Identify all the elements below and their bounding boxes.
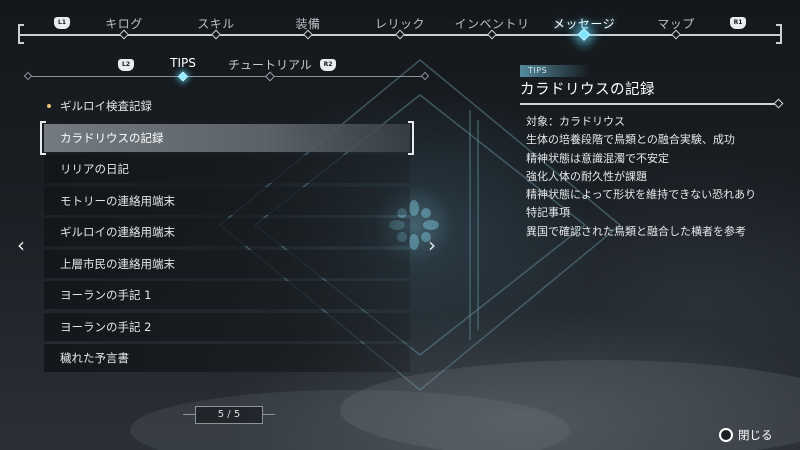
chevron-left-icon[interactable]: ‹ [15,234,27,256]
sub-tab-bar: L2 R2 TIPS チュートリアル [23,56,430,82]
detail-line: 精神状態によって形状を維持できない恐れあり [526,188,757,202]
page-indicator-text: 5 / 5 [217,409,241,420]
list-item-label: リリアの日記 [60,162,129,176]
list-item[interactable]: ヨーランの手記 2 [44,312,410,341]
subtab-node [265,71,275,82]
list-item-label: ギルロイ検査記録 [60,99,152,113]
list-item-selected[interactable]: カラドリウスの記録 [40,120,414,155]
detail-body: 対象：カラドリウス 生体の培養段階で鳥類との融合実験、成功 精神状態は意識混濁で… [520,113,782,241]
detail-line: 強化人体の耐久性が課題 [526,169,647,183]
chevron-right-icon[interactable]: › [426,234,438,256]
selection-bracket-right [408,120,414,155]
list-item[interactable]: ギルロイの連絡用端末 [44,218,410,246]
top-rail-cap-left [18,24,24,44]
pager-wing-right [263,414,275,415]
message-list: ギルロイ検査記録 カラドリウスの記録 リリアの日記 モトリーの連絡用端末 ギルロ… [40,92,414,376]
top-rail-cap-right [776,24,782,44]
list-item[interactable]: ギルロイ検査記録 [44,92,410,120]
list-item-label: 上層市民の連絡用端末 [60,256,175,271]
page-indicator: 5 / 5 [183,406,275,424]
sub-tab-rail [28,76,426,77]
new-indicator [47,104,51,108]
list-item[interactable]: 穢れた予言書 [44,344,410,372]
subtab-tutorial[interactable]: チュートリアル [228,56,312,73]
top-tab-bar: L1 R1 キログ スキル 装備 レリック インベントリ メッセージ マップ [18,12,782,46]
sub-rail-end-right [420,71,430,81]
pager-wing-left [183,414,195,415]
sub-rail-end-left [23,71,33,81]
l1-button-icon[interactable]: L1 [54,17,70,29]
list-item-label: モトリーの連絡用端末 [60,193,175,208]
detail-category: TIPS [520,65,590,77]
detail-line: 精神状態は意識混濁で不安定 [526,151,669,165]
l2-button-icon[interactable]: L2 [118,59,134,71]
selection-bracket-left [40,120,46,155]
detail-divider [520,98,784,109]
circle-button-icon [719,428,733,442]
detail-title: カラドリウスの記録 [520,82,655,98]
game-menu-screen: L1 R1 キログ スキル 装備 レリック インベントリ メッセージ マップ L… [0,0,800,450]
list-item[interactable]: リリアの日記 [44,155,410,183]
list-item[interactable]: ヨーランの手記 1 [44,281,410,309]
r1-button-icon[interactable]: R1 [730,17,746,29]
list-item-label: カラドリウスの記録 [60,130,164,145]
r2-button-icon[interactable]: R2 [320,59,336,71]
list-item-label: 穢れた予言書 [60,351,129,365]
divider-end-diamond [773,98,784,109]
close-label: 閉じる [738,428,773,442]
list-item-label: ヨーランの手記 2 [60,319,152,334]
detail-line: 異国で確認された鳥類と融合した横者を参考 [526,224,746,238]
subtab-tips[interactable]: TIPS [170,56,196,70]
list-item[interactable]: モトリーの連絡用端末 [44,186,410,215]
detail-line: 特記事項 [526,206,570,220]
detail-panel: TIPS カラドリウスの記録 対象：カラドリウス 生体の培養段階で鳥類との融合実… [520,58,784,241]
list-item-label: ギルロイの連絡用端末 [60,225,175,239]
list-item-label: ヨーランの手記 1 [60,288,152,302]
detail-line: 生体の培養段階で鳥類との融合実験、成功 [526,133,735,147]
detail-line: 対象：カラドリウス [526,115,625,128]
subtab-node-active [178,71,188,82]
list-item[interactable]: 上層市民の連絡用端末 [44,249,410,278]
